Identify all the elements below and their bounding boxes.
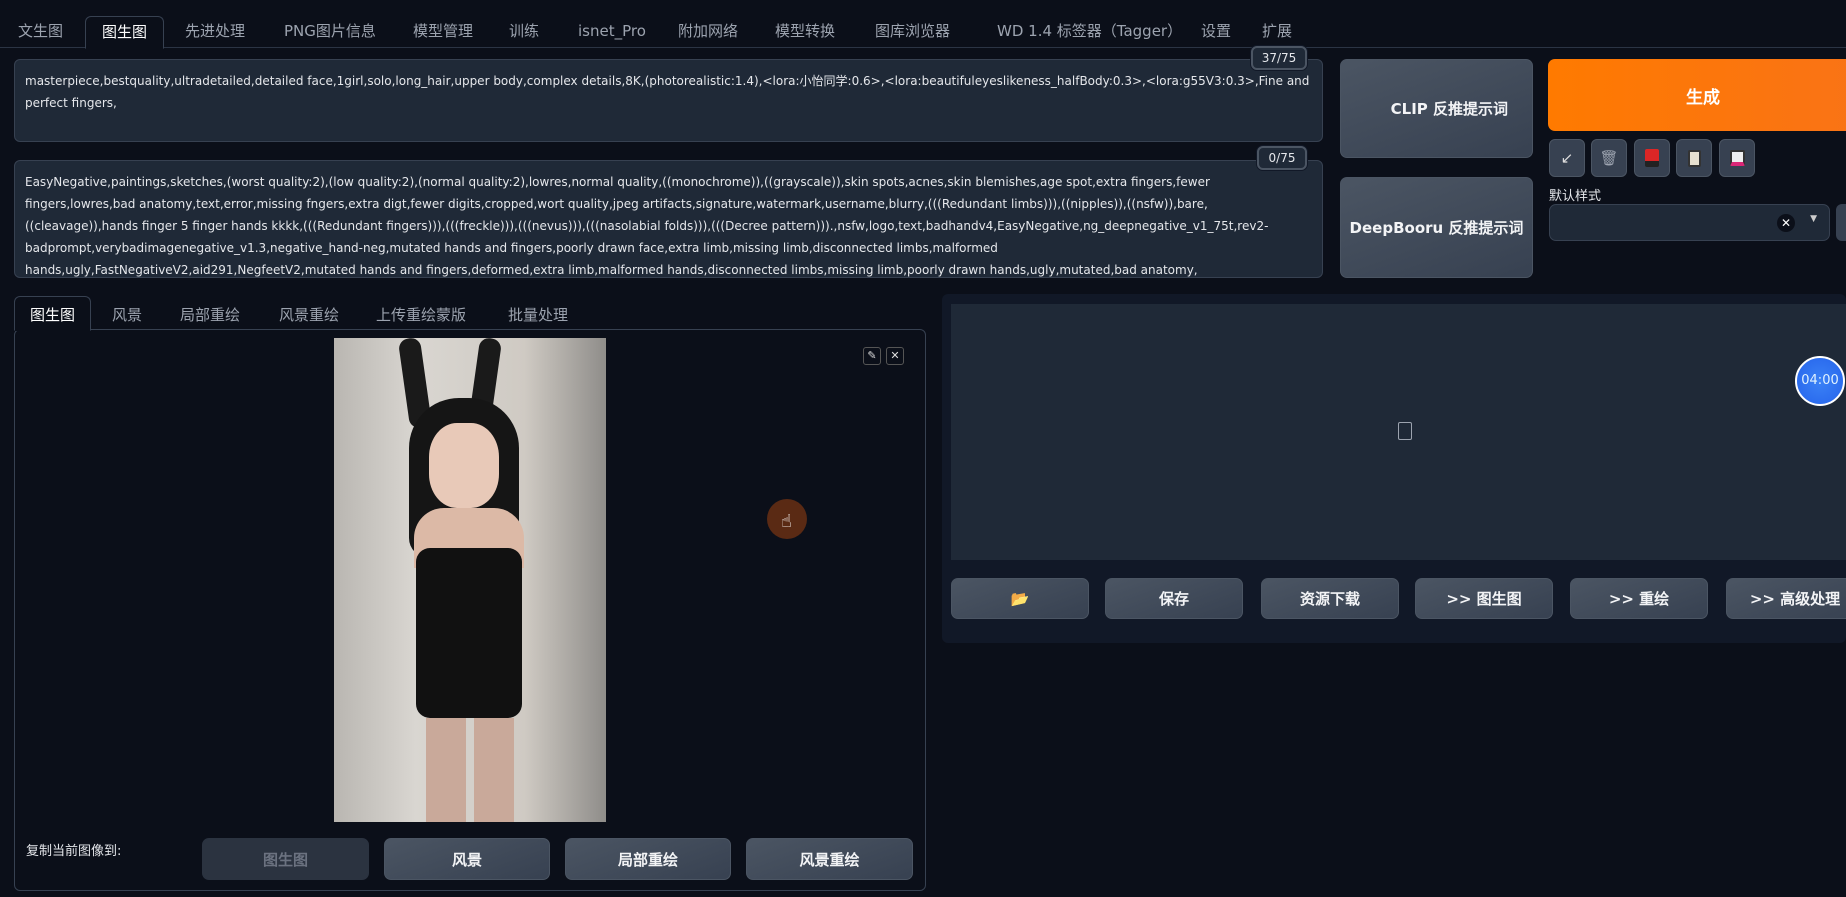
tab-7[interactable]: 附加网络 [676,16,740,48]
subtab-5[interactable]: 批量处理 [508,304,568,325]
subtab-1[interactable]: 风景 [112,304,142,325]
output-button-3[interactable]: >> 图生图 [1415,578,1553,619]
input-image[interactable] [334,338,606,822]
negative-token-counter: 0/75 [1257,146,1307,170]
clip-interrogate-button[interactable]: CLIP 反推提示词 [1340,59,1533,158]
img2img-subtab-bar: 图生图 风景 局部重绘 风景重绘 上传重绘蒙版 批量处理 [14,296,926,331]
generate-button[interactable]: 生成 [1548,59,1846,131]
tab-9[interactable]: 图库浏览器 [873,16,952,48]
clipboard-icon[interactable] [1676,139,1712,177]
tab-8[interactable]: 模型转换 [773,16,837,48]
styles-apply-button[interactable] [1836,204,1846,241]
output-button-2[interactable]: 资源下载 [1261,578,1399,619]
tab-0[interactable]: 文生图 [16,16,65,48]
arrow-icon[interactable]: ↙ [1549,139,1585,177]
chevron-down-icon[interactable]: ▼ [1810,214,1817,224]
top-tab-bar: 文生图 图生图 先进处理 PNG图片信息 模型管理 训练 isnet_Pro 附加网络 模型转换… [0,12,1846,49]
copy-to-landscape-button[interactable]: 风景 [384,838,550,880]
tab-11[interactable]: 设置 [1199,16,1233,48]
styles-dropdown[interactable]: ✕ ▼ [1549,204,1830,241]
output-button-0[interactable]: 📂 [951,578,1089,619]
tab-5[interactable]: 训练 [507,16,541,48]
output-gallery [951,304,1846,560]
copy-to-img2img-button: 图生图 [202,838,369,880]
negative-prompt-textarea[interactable]: EasyNegative,paintings,sketches,(worst q… [14,160,1323,278]
deepbooru-interrogate-button[interactable]: DeepBooru 反推提示词 [1340,177,1533,278]
copy-to-landscape-inpaint-button[interactable]: 风景重绘 [746,838,913,880]
tab-3[interactable]: PNG图片信息 [282,16,378,48]
hand-cursor-icon: ☝ [781,511,792,532]
copy-to-label: 复制当前图像到: [26,844,122,859]
output-button-4[interactable]: >> 重绘 [1570,578,1708,619]
image-placeholder-icon [1398,422,1412,440]
copy-to-inpaint-button[interactable]: 局部重绘 [565,838,731,880]
tab-1[interactable]: 图生图 [85,16,165,49]
prompt-textarea[interactable]: masterpiece,bestquality,ultradetailed,de… [14,59,1323,142]
subtab-4[interactable]: 上传重绘蒙版 [376,304,466,325]
clear-icon[interactable]: ✕ [1777,214,1795,232]
trash-icon[interactable]: 🗑 [1591,139,1627,177]
timer-badge: 04:00 [1795,356,1845,406]
subtab-0[interactable]: 图生图 [14,296,92,331]
red-card-icon[interactable] [1634,139,1670,177]
output-button-5[interactable]: >> 高级处理 [1726,578,1846,619]
prompt-token-counter: 37/75 [1251,46,1307,70]
styles-label: 默认样式 [1549,189,1602,204]
tab-2[interactable]: 先进处理 [183,16,247,48]
output-button-1[interactable]: 保存 [1105,578,1243,619]
tab-4[interactable]: 模型管理 [411,16,475,48]
tab-10[interactable]: WD 1.4 标签器（Tagger） [995,16,1184,48]
tab-6[interactable]: isnet_Pro [576,16,648,48]
save-icon[interactable] [1719,139,1755,177]
close-icon[interactable]: ✕ [886,347,904,365]
edit-icon[interactable]: ✎ [863,347,881,365]
tab-12[interactable]: 扩展 [1260,16,1294,48]
subtab-3[interactable]: 风景重绘 [279,304,339,325]
subtab-2[interactable]: 局部重绘 [180,304,240,325]
